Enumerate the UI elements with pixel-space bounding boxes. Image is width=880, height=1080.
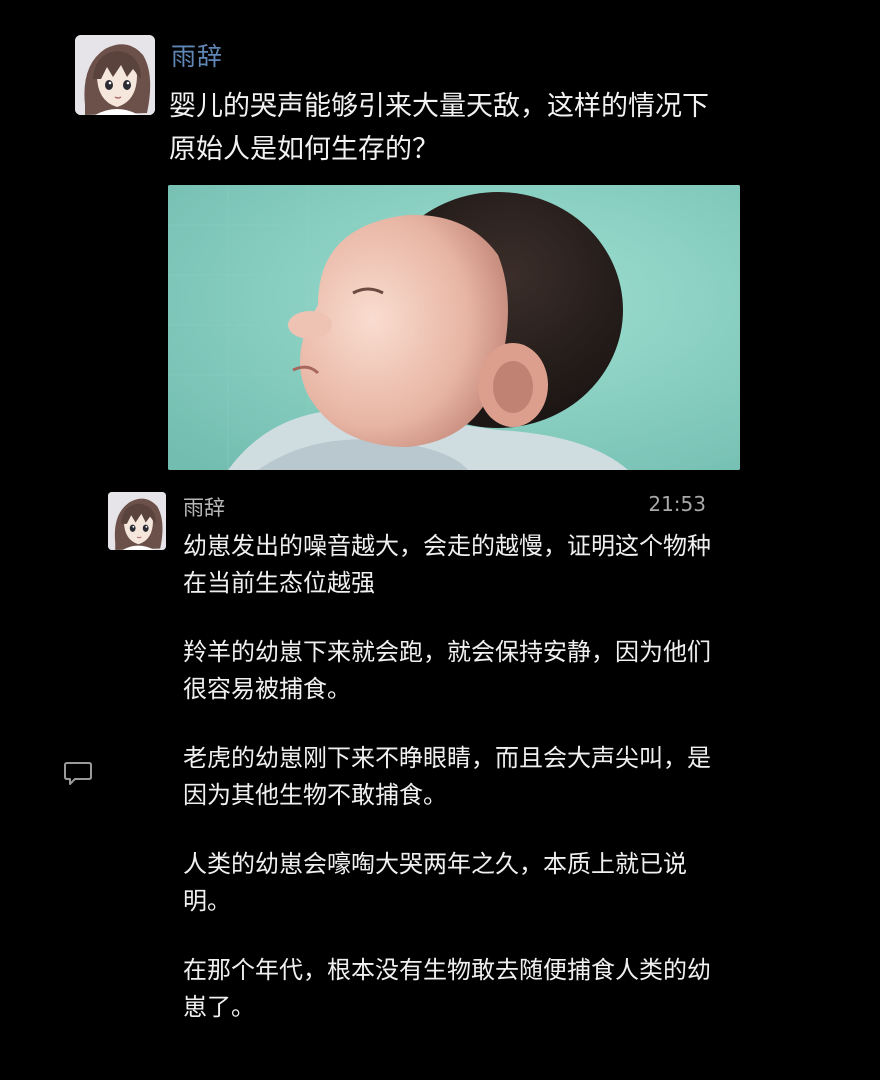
post-author-avatar[interactable] [75,35,155,115]
baby-photo-image [168,185,740,470]
comment-author-avatar[interactable] [108,492,166,550]
comment-bubble-icon[interactable] [63,759,95,789]
comment-paragraph: 老虎的幼崽刚下来不睁眼睛，而且会大声尖叫，是因为其他生物不敢捕食。 [183,744,711,809]
comment-author-name[interactable]: 雨辞 [183,492,225,522]
comment-paragraph: 在那个年代，根本没有生物敢去随便捕食人类的幼崽了。 [183,956,711,1021]
comment-body[interactable]: 幼崽发出的噪音越大，会走的越慢，证明这个物种在当前生态位越强 羚羊的幼崽下来就会… [183,528,723,1058]
post-title[interactable]: 婴儿的哭声能够引来大量天敌，这样的情况下原始人是如何生存的？ [169,85,729,171]
comment-paragraph: 幼崽发出的噪音越大，会走的越慢，证明这个物种在当前生态位越强 [183,532,711,597]
anime-avatar-image [108,492,166,550]
anime-avatar-image [75,35,155,115]
comment-bubble-icon-svg [64,762,92,785]
post-image-thumbnail[interactable] [168,185,740,470]
comment-paragraph: 人类的幼崽会嚎啕大哭两年之久，本质上就已说明。 [183,850,687,915]
comment-timestamp: 21:53 [648,492,706,516]
comment-item: 雨辞 21:53 幼崽发出的噪音越大，会走的越慢，证明这个物种在当前生态位越强 … [108,492,728,1072]
post-author-name[interactable]: 雨辞 [171,37,223,73]
comment-paragraph: 羚羊的幼崽下来就会跑，就会保持安静，因为他们很容易被捕食。 [183,638,711,703]
